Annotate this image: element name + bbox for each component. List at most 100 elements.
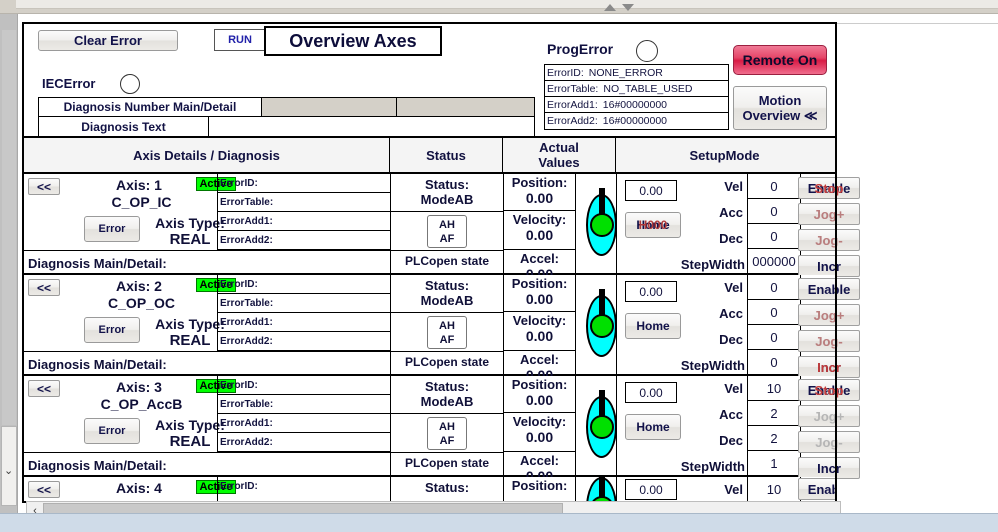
collapse-button[interactable]: << xyxy=(28,481,60,498)
actual-accel-cell: Accel: 0.00 xyxy=(504,250,576,282)
incr-button[interactable]: Incr xyxy=(798,255,860,277)
status-divider-1 xyxy=(391,211,503,212)
jog-plus-button[interactable]: Jog+ xyxy=(798,405,860,427)
actual-velocity-cell: Velocity: 0.00 xyxy=(504,413,576,452)
step-width-input[interactable]: 000000 xyxy=(748,249,800,274)
acc-input[interactable]: 0 xyxy=(748,199,800,224)
collapse-button[interactable]: << xyxy=(28,178,60,195)
tab-overview-axes[interactable]: Overview Axes xyxy=(264,26,442,56)
ah-af-indicator[interactable]: AH AF xyxy=(427,215,467,248)
clear-error-button[interactable]: Clear Error xyxy=(38,30,178,51)
incr-button[interactable]: Incr xyxy=(798,457,860,479)
vel-input[interactable]: 0 xyxy=(748,275,800,300)
error-table-line: ErrorTable: xyxy=(218,294,390,313)
ah-af-indicator[interactable]: AH AF xyxy=(427,417,467,450)
column-header-actual-values: Actual Values xyxy=(503,138,616,172)
jog-minus-button[interactable]: Jog- xyxy=(798,431,860,453)
error-add1-label: ErrorAdd1: xyxy=(220,316,273,328)
velocity-value: 0.00 xyxy=(525,328,554,344)
dec-input[interactable]: 0 xyxy=(748,325,800,350)
error-id-line: ErrorID: xyxy=(218,376,390,395)
error-button[interactable]: Error xyxy=(84,216,140,242)
acc-input[interactable]: 2 xyxy=(748,401,800,426)
status-label: Status: xyxy=(424,278,470,293)
actual-values-block: Position: 0.00 Velocity: 0.00 Accel: 0.0… xyxy=(503,174,617,282)
home-button[interactable]: Home xyxy=(625,313,681,339)
collapse-button[interactable]: << xyxy=(28,279,60,296)
axis-index: 1 xyxy=(154,177,162,193)
setup-position-input[interactable]: 0.00 xyxy=(625,479,677,500)
error-stack: ErrorID: ErrorTable: ErrorAdd1: ErrorAdd… xyxy=(217,376,390,452)
motion-overview-button[interactable]: Motion Overview ≪ xyxy=(733,86,827,130)
accel-label: Accel: xyxy=(519,251,560,266)
error-id-line: ErrorID: xyxy=(218,477,390,496)
error-add1-label: ErrorAdd1: xyxy=(220,417,273,429)
motion-overview-line2: Overview ≪ xyxy=(742,108,818,123)
velocity-label: Velocity: xyxy=(512,414,567,429)
enable-button[interactable]: Enable xyxy=(798,278,860,300)
axis-gauge-icon xyxy=(586,477,617,501)
enable-button[interactable]: Enable xyxy=(798,379,860,401)
axis-index: 4 xyxy=(154,480,162,496)
vel-input[interactable]: 10 xyxy=(748,477,800,501)
vertical-scrollbar-track[interactable] xyxy=(2,30,16,425)
diagnosis-number-detail-field xyxy=(397,98,534,116)
enable-button[interactable]: Enable xyxy=(798,478,835,500)
setup-position-input[interactable]: 0.00 xyxy=(625,382,677,403)
vel-input[interactable]: 10 xyxy=(748,376,800,401)
application-window: ⌄ Clear Error RUN Overview Axes IECError… xyxy=(0,0,998,532)
diagnosis-main-detail: Diagnosis Main/Detail: xyxy=(24,452,390,477)
gauge-wrapper xyxy=(576,275,617,376)
progerror-label: ProgError xyxy=(547,41,614,57)
status-block: Status: ModeAB AH AF PLCopen state xyxy=(390,174,503,273)
enable-button[interactable]: Enable xyxy=(798,177,860,199)
error-add1-line: ErrorAdd1: xyxy=(218,212,390,231)
column-header-row: Axis Details / Diagnosis Status Actual V… xyxy=(24,136,835,174)
progerror-row-erroradd2: ErrorAdd2: 16#00000000 xyxy=(545,113,728,129)
axis-prefix: Axis: xyxy=(116,177,151,193)
jog-plus-button[interactable]: Jog+ xyxy=(798,304,860,326)
error-table-label: ErrorTable: xyxy=(220,196,274,208)
actual-velocity-cell: Velocity: 0.00 xyxy=(504,312,576,351)
incr-button[interactable]: Incr xyxy=(798,356,860,378)
home-button[interactable]: Home xyxy=(625,414,681,440)
axis-name: C_OP_IC xyxy=(111,194,172,210)
error-add2-label: ErrorAdd2: xyxy=(220,235,273,246)
chevron-down-icon[interactable]: ⌄ xyxy=(4,466,13,477)
diagnosis-main-detail: Diagnosis Main/Detail: xyxy=(24,351,390,376)
vel-input[interactable]: 0 xyxy=(748,174,800,199)
position-value: 0.00 xyxy=(525,190,554,206)
dec-input[interactable]: 0 xyxy=(748,224,800,249)
run-indicator[interactable]: RUN xyxy=(214,29,266,51)
progerror-key: ErrorTable: xyxy=(547,82,599,95)
dec-input[interactable]: 2 xyxy=(748,426,800,451)
plcopen-state-label: PLCopen state xyxy=(404,456,489,470)
error-button[interactable]: Error xyxy=(84,317,140,343)
jog-minus-button[interactable]: Jog- xyxy=(798,229,860,251)
error-table-label: ErrorTable: xyxy=(220,297,274,309)
gauge-wrapper xyxy=(576,376,617,477)
collapse-button[interactable]: << xyxy=(28,380,60,397)
jog-minus-button[interactable]: Jog- xyxy=(798,330,860,352)
triangle-up-icon[interactable] xyxy=(604,4,616,11)
step-width-input[interactable]: 0 xyxy=(748,350,800,375)
setup-position-input[interactable]: 0.00 xyxy=(625,281,677,302)
setup-value-column: 10 2 2 1 xyxy=(747,376,801,477)
triangle-down-icon[interactable] xyxy=(622,4,634,11)
error-button[interactable]: Error xyxy=(84,418,140,444)
left-gutter: ⌄ xyxy=(0,14,18,532)
setup-position-input[interactable]: 0.00 xyxy=(625,180,677,201)
progerror-key: ErrorAdd1: xyxy=(547,98,598,111)
actual-values-block: Position: 0.00 Velocity: 0.00 Accel: 0.0… xyxy=(503,275,617,383)
acc-label: Acc xyxy=(719,306,743,321)
home-button[interactable]: Home xyxy=(625,212,681,238)
step-width-input[interactable]: 1 xyxy=(748,451,800,476)
acc-input[interactable]: 0 xyxy=(748,300,800,325)
error-table-label: ErrorTable: xyxy=(220,398,274,410)
jog-plus-button[interactable]: Jog+ xyxy=(798,203,860,225)
status-mode-value: ModeAB xyxy=(420,192,474,207)
setup-value-column: 0 0 0 000000 xyxy=(747,174,801,275)
remote-on-button[interactable]: Remote On xyxy=(733,45,827,75)
axis-details-block: << Axis: 3 C_OP_AccB Active Error Axis T… xyxy=(24,376,390,475)
ah-af-indicator[interactable]: AH AF xyxy=(427,316,467,349)
